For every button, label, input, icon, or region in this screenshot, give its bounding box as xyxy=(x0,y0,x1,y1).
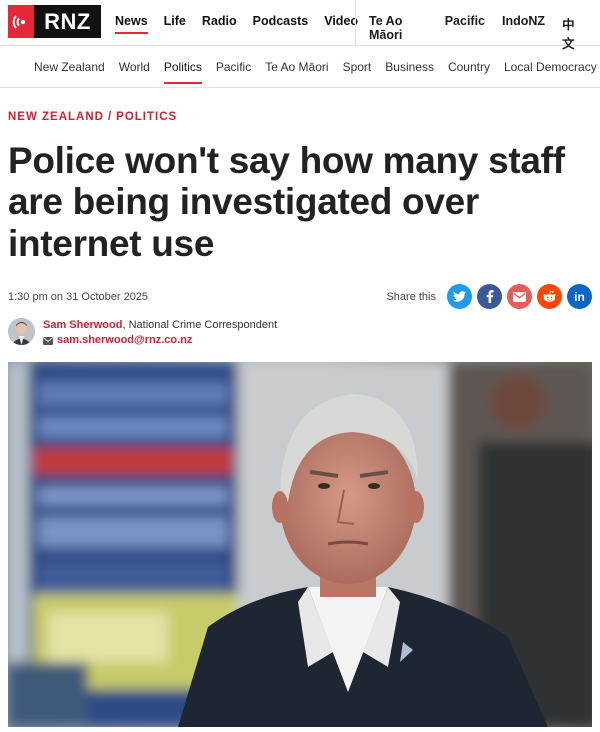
nav-podcasts[interactable]: Podcasts xyxy=(253,14,309,28)
main-nav: News Life Radio Podcasts Video xyxy=(115,14,374,34)
nav-divider xyxy=(355,0,356,46)
logo-text: RNZ xyxy=(34,5,101,38)
radio-waves-icon xyxy=(8,5,34,38)
subnav-sport[interactable]: Sport xyxy=(343,60,372,74)
twitter-icon[interactable] xyxy=(447,284,472,309)
share-bar: Share this in xyxy=(386,284,592,309)
author-avatar[interactable] xyxy=(8,318,35,345)
section-nav: New Zealand World Politics Pacific Te Ao… xyxy=(0,46,600,88)
breadcrumb-separator: / xyxy=(107,111,113,123)
subnav-politics[interactable]: Politics xyxy=(163,60,202,84)
top-bar: RNZ News Life Radio Podcasts Video Te Ao… xyxy=(0,0,600,51)
subnav-business[interactable]: Business xyxy=(385,60,434,74)
hero-photo xyxy=(8,362,592,727)
subnav-te-ao-maori[interactable]: Te Ao Māori xyxy=(265,60,328,74)
nav-life[interactable]: Life xyxy=(164,14,186,28)
linkedin-icon[interactable]: in xyxy=(567,284,592,309)
subnav-country[interactable]: Country xyxy=(448,60,490,74)
author-email[interactable]: sam.sherwood@rnz.co.nz xyxy=(57,333,192,348)
breadcrumb: NEW ZEALAND / POLITICS xyxy=(8,111,177,123)
subnav-new-zealand[interactable]: New Zealand xyxy=(34,60,105,74)
article-headline: Police won't say how many staff are bein… xyxy=(8,140,565,264)
subnav-world[interactable]: World xyxy=(119,60,150,74)
reddit-icon[interactable] xyxy=(537,284,562,309)
subnav-pacific[interactable]: Pacific xyxy=(216,60,251,74)
nav-video[interactable]: Video xyxy=(324,14,358,28)
nav-radio[interactable]: Radio xyxy=(202,14,237,28)
breadcrumb-politics[interactable]: POLITICS xyxy=(116,111,177,123)
author-role: , National Crime Correspondent xyxy=(122,319,278,331)
envelope-icon xyxy=(43,336,53,345)
nav-news[interactable]: News xyxy=(115,14,148,34)
facebook-icon[interactable] xyxy=(477,284,502,309)
article-dateline: 1:30 pm on 31 October 2025 xyxy=(8,291,149,303)
author-byline: Sam Sherwood, National Crime Corresponde… xyxy=(8,318,277,348)
author-name[interactable]: Sam Sherwood xyxy=(43,319,122,331)
breadcrumb-new-zealand[interactable]: NEW ZEALAND xyxy=(8,111,104,123)
email-icon[interactable] xyxy=(507,284,532,309)
rnz-logo[interactable]: RNZ xyxy=(8,5,101,38)
author-email-row[interactable]: sam.sherwood@rnz.co.nz xyxy=(43,333,277,348)
subnav-local-democracy[interactable]: Local Democracy Rep xyxy=(504,60,600,74)
author-info: Sam Sherwood, National Crime Corresponde… xyxy=(43,318,277,348)
share-label: Share this xyxy=(386,290,436,303)
